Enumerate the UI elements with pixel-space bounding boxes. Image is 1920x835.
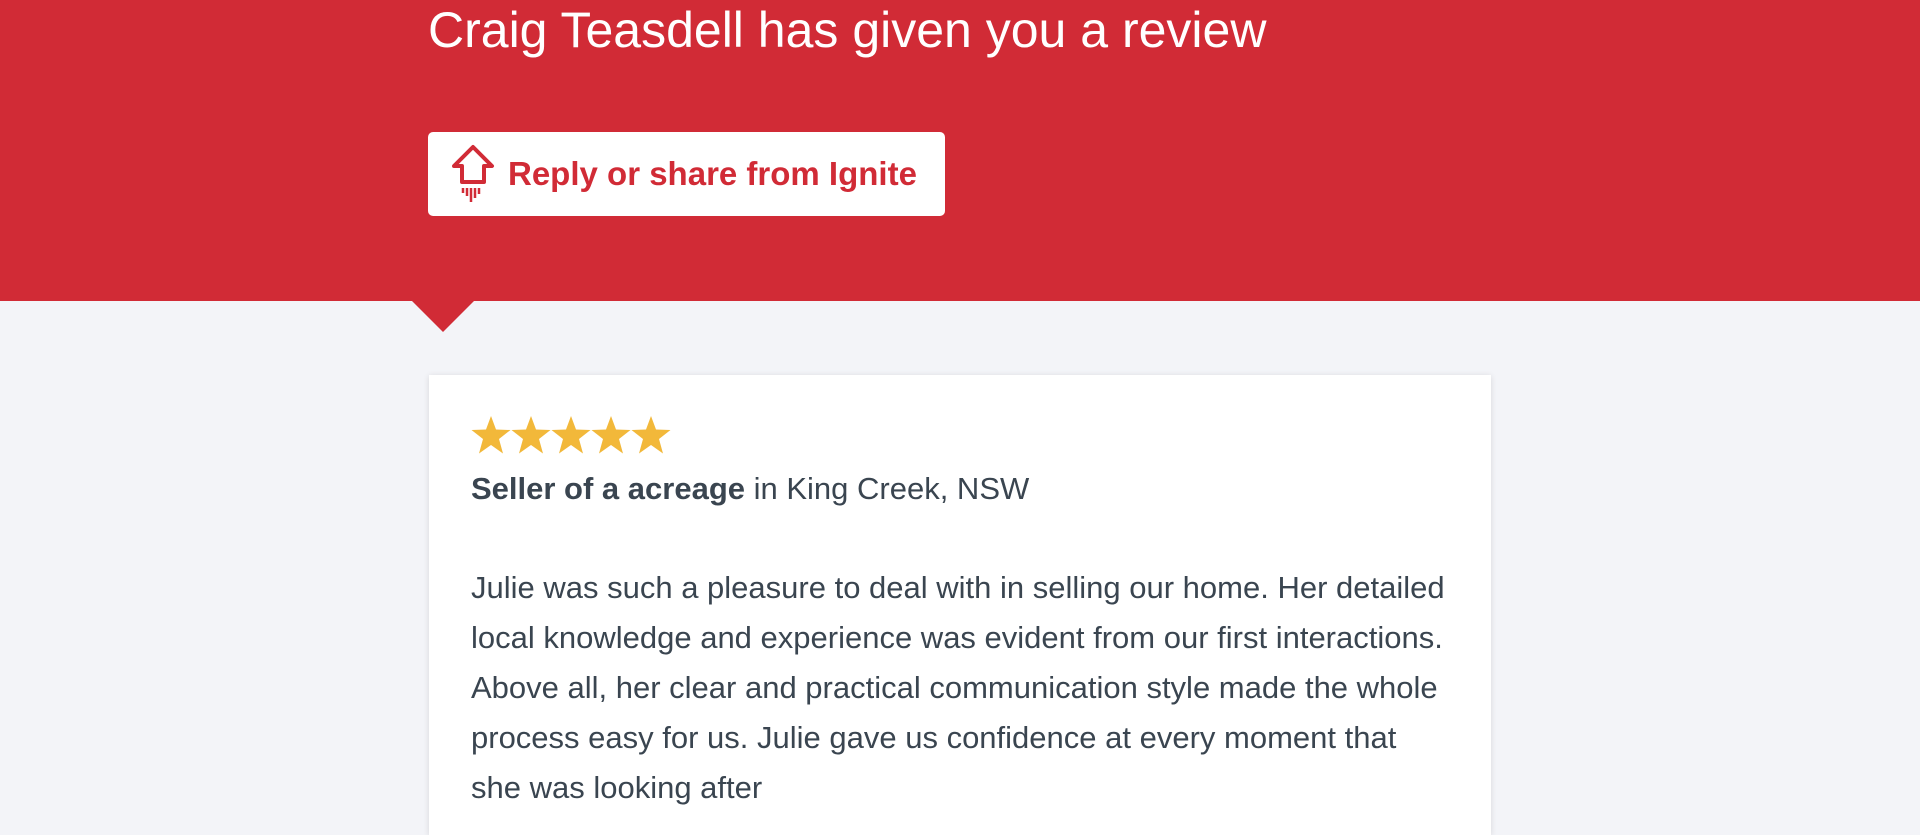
- star-rating: [471, 415, 671, 455]
- reply-share-button[interactable]: Reply or share from Ignite: [428, 132, 945, 216]
- star-icon: [591, 416, 631, 454]
- star-icon: [511, 416, 551, 454]
- reviewer-role: Seller of a acreage: [471, 471, 745, 506]
- star-icon: [551, 416, 591, 454]
- star-icon: [631, 416, 671, 454]
- reply-share-button-label: Reply or share from Ignite: [508, 155, 917, 192]
- reviewer-context: Seller of a acreage in King Creek, NSW: [471, 471, 1029, 507]
- house-rocket-icon: [450, 144, 496, 204]
- banner-pointer: [411, 300, 475, 332]
- review-card: Seller of a acreage in King Creek, NSW J…: [429, 375, 1491, 835]
- review-body: Julie was such a pleasure to deal with i…: [471, 570, 1445, 805]
- star-icon: [471, 416, 511, 454]
- review-location: in King Creek, NSW: [745, 471, 1030, 506]
- review-header-banner: Craig Teasdell has given you a review Re…: [0, 0, 1920, 301]
- page-title: Craig Teasdell has given you a review: [428, 2, 1267, 58]
